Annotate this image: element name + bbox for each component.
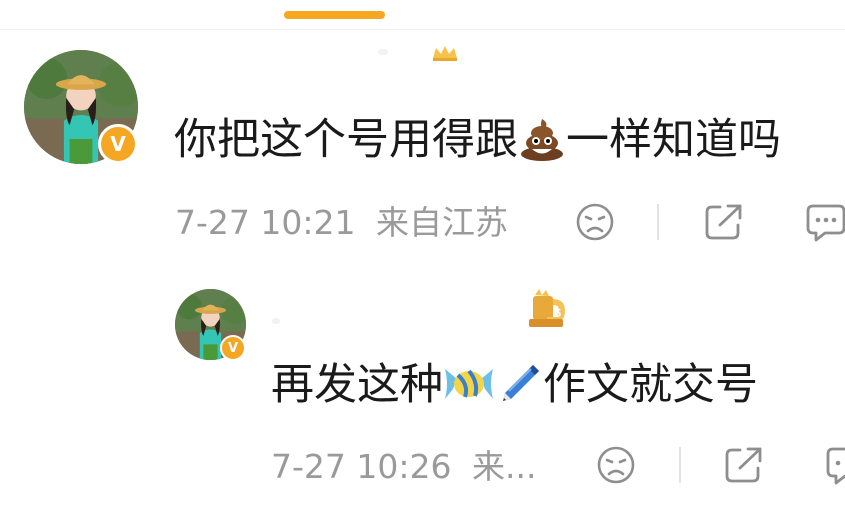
pen-emoji-icon	[503, 365, 539, 401]
username-placeholder	[272, 318, 280, 324]
comment-thread: V 你把这个号用得跟 一样知道吗 7-27 10:21 来自江苏 V 5 再发这…	[0, 0, 845, 512]
poop-emoji-icon	[521, 119, 563, 161]
candy-emoji-icon	[445, 369, 493, 399]
comment-icon[interactable]	[825, 445, 845, 485]
share-icon[interactable]	[723, 445, 765, 485]
share-icon[interactable]	[703, 202, 745, 242]
comment-text-part: 一样知道吗	[566, 115, 781, 165]
verified-badge-label: V	[110, 132, 126, 156]
action-divider	[657, 204, 659, 240]
comment-text: 再发这种 作文就交号	[271, 357, 758, 413]
timestamp: 7-27 10:21	[175, 203, 356, 242]
location: 来自江苏	[376, 203, 508, 242]
sad-face-icon[interactable]	[596, 445, 636, 485]
comment-text: 你把这个号用得跟 一样知道吗	[174, 112, 781, 168]
action-divider	[679, 447, 681, 483]
verified-badge-label: V	[227, 340, 239, 356]
comment-text-part: 你把这个号用得跟	[174, 115, 518, 165]
timestamp: 7-27 10:26	[271, 447, 452, 486]
comment-meta: 7-27 10:26 来...	[271, 447, 536, 487]
top-divider	[0, 29, 845, 30]
svg-text:5: 5	[554, 307, 562, 320]
sad-face-icon[interactable]	[575, 202, 615, 242]
comment-text-part: 作文就交号	[543, 360, 758, 410]
verified-badge: V	[98, 124, 138, 164]
verified-badge: V	[220, 335, 246, 361]
comment-text-part: 再发这种	[271, 360, 443, 410]
active-tab-indicator	[284, 11, 385, 19]
crown-icon	[433, 46, 457, 61]
fan-level-badge-icon: 5	[529, 289, 565, 327]
comment-meta: 7-27 10:21 来自江苏	[175, 203, 508, 243]
location: 来...	[472, 447, 537, 486]
username-placeholder	[378, 49, 388, 55]
comment-icon[interactable]	[805, 202, 845, 242]
